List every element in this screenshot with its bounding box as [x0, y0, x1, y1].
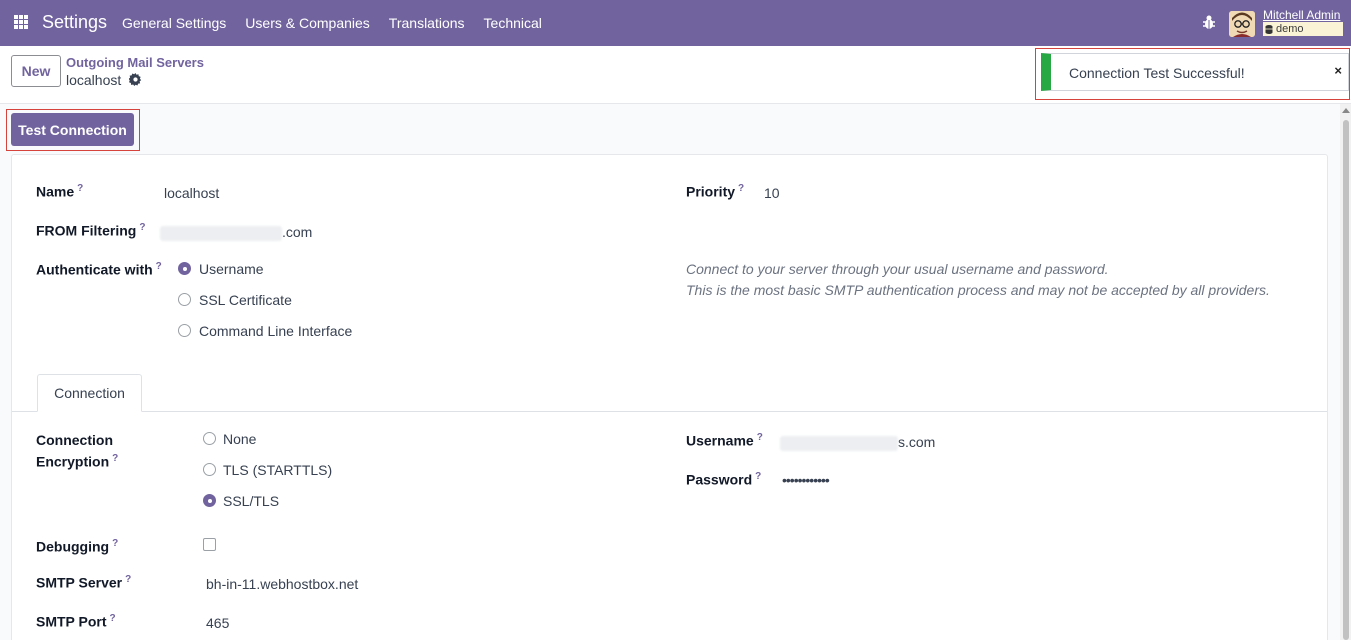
- toast-message: Connection Test Successful!: [1069, 65, 1245, 81]
- encryption-ssl-label[interactable]: SSL/TLS: [223, 493, 279, 509]
- breadcrumb[interactable]: Outgoing Mail Servers: [66, 55, 204, 70]
- redacted-text: [160, 225, 282, 241]
- auth-cli-radio[interactable]: [178, 324, 191, 337]
- auth-description-line-2: This is the most basic SMTP authenticati…: [686, 282, 1270, 298]
- encryption-label-line-1: Connection: [36, 432, 113, 448]
- help-icon[interactable]: ?: [125, 574, 131, 585]
- success-toast: Connection Test Successful! ×: [1041, 53, 1349, 91]
- database-badge: demo: [1263, 22, 1343, 36]
- name-field[interactable]: localhost: [164, 185, 219, 201]
- tab-connection[interactable]: Connection: [37, 374, 142, 412]
- encryption-label-text: Encryption: [36, 453, 110, 470]
- from-filter-label: FROM Filtering?: [36, 222, 145, 239]
- database-icon: [1265, 24, 1273, 34]
- bug-icon[interactable]: [1202, 14, 1216, 30]
- encryption-tls-label[interactable]: TLS (STARTTLS): [223, 462, 332, 478]
- help-icon[interactable]: ?: [112, 453, 118, 464]
- test-connection-button[interactable]: Test Connection: [11, 113, 134, 146]
- name-label: Name?: [36, 183, 83, 200]
- smtp-port-label-text: SMTP Port: [36, 613, 107, 630]
- smtp-server-field[interactable]: bh-in-11.webhostbox.net: [206, 576, 358, 592]
- password-label-text: Password: [686, 471, 753, 488]
- record-name: localhost: [66, 72, 122, 88]
- gear-icon[interactable]: [129, 73, 142, 86]
- debugging-label: Debugging?: [36, 538, 118, 555]
- scrollbar-thumb[interactable]: [1343, 120, 1349, 640]
- auth-ssl-radio[interactable]: [178, 293, 191, 306]
- avatar[interactable]: [1229, 11, 1255, 37]
- encryption-ssl-radio[interactable]: [203, 494, 216, 507]
- password-label: Password?: [686, 471, 761, 488]
- priority-field[interactable]: 10: [764, 185, 780, 201]
- smtp-server-label: SMTP Server?: [36, 574, 131, 591]
- close-icon[interactable]: ×: [1334, 63, 1342, 78]
- encryption-label-line-2: Encryption?: [36, 453, 118, 470]
- top-navbar: Settings General Settings Users & Compan…: [0, 0, 1351, 46]
- smtp-server-label-text: SMTP Server: [36, 574, 123, 591]
- menu-users-companies[interactable]: Users & Companies: [245, 15, 370, 31]
- from-filter-suffix: .com: [282, 224, 313, 240]
- from-filter-field[interactable]: .com: [160, 224, 312, 241]
- app-brand[interactable]: Settings: [42, 12, 107, 33]
- password-field[interactable]: ••••••••••••: [782, 472, 830, 488]
- help-icon[interactable]: ?: [755, 471, 761, 482]
- tab-divider: [12, 411, 1327, 412]
- user-name[interactable]: Mitchell Admin: [1263, 8, 1340, 22]
- auth-ssl-label[interactable]: SSL Certificate: [199, 292, 292, 308]
- help-icon[interactable]: ?: [139, 222, 145, 233]
- auth-label: Authenticate with?: [36, 261, 162, 278]
- smtp-port-label: SMTP Port?: [36, 613, 116, 630]
- auth-username-label[interactable]: Username: [199, 261, 264, 277]
- menu-technical[interactable]: Technical: [484, 15, 542, 31]
- username-field[interactable]: s.com: [780, 434, 935, 451]
- username-label-text: Username: [686, 432, 754, 449]
- new-button[interactable]: New: [11, 55, 61, 87]
- help-icon[interactable]: ?: [757, 432, 763, 443]
- auth-description-line-1: Connect to your server through your usua…: [686, 261, 1109, 277]
- redacted-text: [780, 435, 898, 451]
- priority-label: Priority?: [686, 183, 744, 200]
- auth-username-radio[interactable]: [178, 262, 191, 275]
- smtp-port-field[interactable]: 465: [206, 615, 229, 631]
- database-name: demo: [1276, 23, 1304, 35]
- priority-label-text: Priority: [686, 183, 736, 200]
- apps-grid-icon[interactable]: [14, 15, 28, 29]
- from-filter-label-text: FROM Filtering: [36, 222, 137, 239]
- auth-cli-label[interactable]: Command Line Interface: [199, 323, 352, 339]
- scroll-up-icon[interactable]: [1342, 108, 1350, 113]
- debugging-label-text: Debugging: [36, 538, 110, 555]
- username-label: Username?: [686, 432, 763, 449]
- encryption-none-radio[interactable]: [203, 432, 216, 445]
- menu-translations[interactable]: Translations: [389, 15, 465, 31]
- form-sheet: Name? localhost Priority? 10 FROM Filter…: [11, 154, 1328, 640]
- help-icon[interactable]: ?: [110, 613, 116, 624]
- encryption-tls-radio[interactable]: [203, 463, 216, 476]
- debugging-checkbox[interactable]: [203, 538, 216, 551]
- encryption-none-label[interactable]: None: [223, 431, 256, 447]
- help-icon[interactable]: ?: [112, 538, 118, 549]
- username-suffix: s.com: [898, 434, 936, 450]
- help-icon[interactable]: ?: [156, 261, 162, 272]
- name-label-text: Name: [36, 183, 75, 200]
- help-icon[interactable]: ?: [77, 183, 83, 194]
- help-icon[interactable]: ?: [738, 183, 744, 194]
- menu-general-settings[interactable]: General Settings: [122, 15, 226, 31]
- main-menu: General Settings Users & Companies Trans…: [122, 15, 561, 31]
- auth-label-text: Authenticate with: [36, 261, 153, 278]
